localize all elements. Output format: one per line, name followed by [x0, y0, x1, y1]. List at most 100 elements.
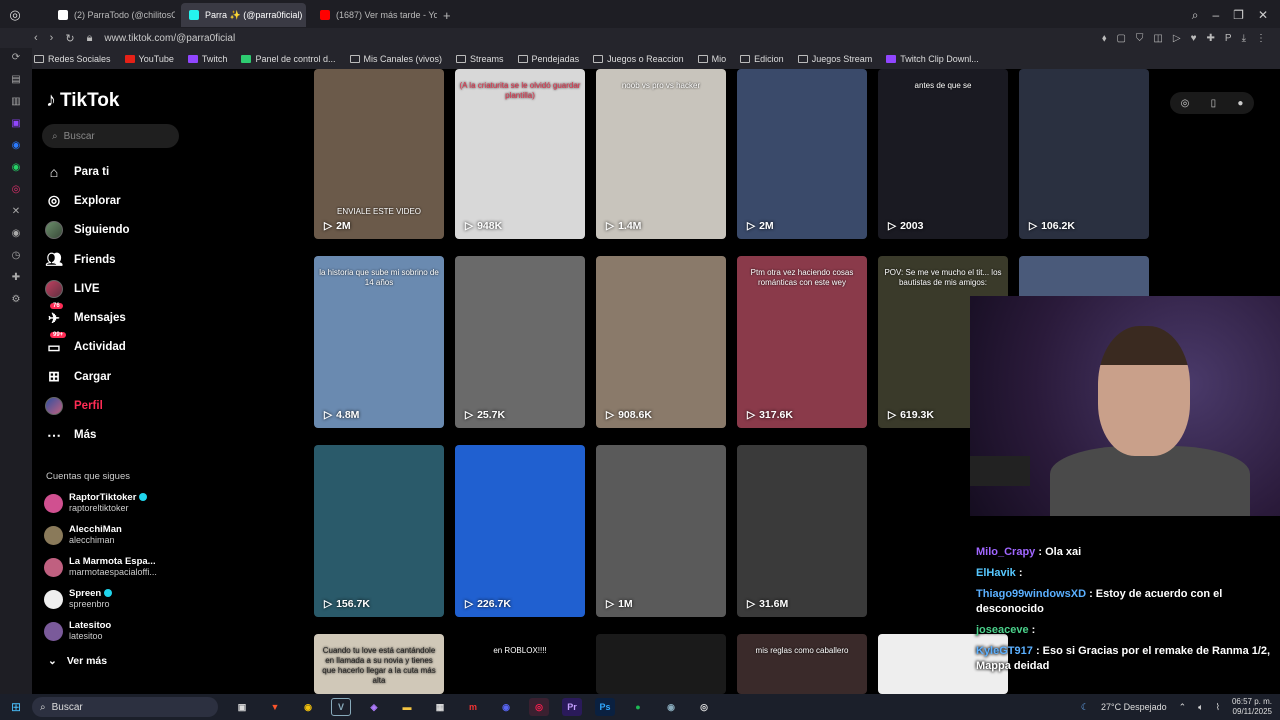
back-icon[interactable]: ‹: [34, 32, 38, 45]
windows-start-icon[interactable]: ⊞: [0, 700, 32, 714]
bookmark-item[interactable]: Streams: [456, 54, 504, 64]
premiere-icon[interactable]: Pr: [562, 698, 582, 716]
video-card[interactable]: ▷ 106.2K: [1019, 69, 1149, 239]
bookmark-item[interactable]: Mio: [697, 54, 726, 64]
puzzle-icon[interactable]: ✚: [1207, 33, 1215, 44]
menu-item-live[interactable]: LIVE: [44, 274, 130, 303]
video-card[interactable]: ▷ 25.7K: [455, 256, 585, 428]
see-more-button[interactable]: ⌄ Ver más: [48, 655, 107, 667]
twitch-rail-icon[interactable]: ▣: [11, 118, 20, 129]
menu-item-perfil[interactable]: Perfil: [44, 391, 130, 420]
camera-icon[interactable]: ◫: [1153, 33, 1162, 44]
task-view-icon[interactable]: ▣: [232, 698, 252, 716]
bookmark-item[interactable]: Redes Sociales: [34, 54, 111, 64]
video-card[interactable]: noob vs pro vs hacker ▷ 1.4M: [596, 69, 726, 239]
bookmark-item[interactable]: Panel de control d...: [241, 54, 336, 64]
tray-chevron-icon[interactable]: ⌃: [1179, 702, 1187, 713]
profile-icon[interactable]: P: [1225, 33, 1232, 44]
network-icon[interactable]: ⌇: [1216, 702, 1220, 713]
instagram-rail-icon[interactable]: ◎: [12, 184, 21, 195]
bookmark-item[interactable]: Pendejadas: [517, 54, 579, 64]
shield-icon[interactable]: ⛉: [1136, 33, 1144, 44]
browser-tab[interactable]: (1687) Ver más tarde - Yo: [312, 3, 437, 27]
video-card[interactable]: ENVIALE ESTE VIDEO ▷ 2M: [314, 69, 444, 239]
heart-icon[interactable]: ♥: [1191, 33, 1197, 44]
following-account[interactable]: Latesitoo latesitoo: [44, 615, 157, 647]
maximize-icon[interactable]: ❐: [1233, 8, 1244, 23]
steam-icon[interactable]: ◉: [661, 698, 681, 716]
video-card[interactable]: Ptm otra vez haciendo cosas románticas c…: [737, 256, 867, 428]
file-explorer-icon[interactable]: ▬: [397, 698, 417, 716]
minimize-icon[interactable]: –: [1212, 8, 1219, 23]
menu-item-para-ti[interactable]: ⌂ Para ti: [44, 157, 130, 186]
speed-dial-icon[interactable]: ⟳: [12, 52, 20, 63]
download-icon[interactable]: ⤓: [1242, 33, 1246, 44]
play-icon[interactable]: ▷: [1173, 33, 1181, 44]
opera-gx-icon[interactable]: ◎: [529, 698, 549, 716]
video-card[interactable]: en ROBLOX!!!!: [455, 634, 585, 694]
following-account[interactable]: La Marmota Espa... marmotaespacialoffi...: [44, 551, 157, 583]
phone-icon[interactable]: ▯: [1211, 98, 1217, 109]
video-card[interactable]: mis reglas como caballero: [737, 634, 867, 694]
settings-rail-icon[interactable]: ⚙: [12, 294, 21, 305]
video-card[interactable]: ▷ 2M: [737, 69, 867, 239]
menu-item-cargar[interactable]: ⊞ Cargar: [44, 362, 130, 391]
video-card[interactable]: (A la criaturita se le olvidó guardar pl…: [455, 69, 585, 239]
menu-item-más[interactable]: ⋯ Más: [44, 421, 130, 450]
opera-gx-logo-icon[interactable]: ◎: [0, 7, 30, 23]
video-card[interactable]: Cuando tu love está cantándole en llamad…: [314, 634, 444, 694]
video-card[interactable]: ▷ 908.6K: [596, 256, 726, 428]
pip-icon[interactable]: ◎: [1181, 98, 1190, 109]
forward-icon[interactable]: ›: [50, 32, 54, 45]
video-card[interactable]: ▷ 156.7K: [314, 445, 444, 617]
video-card[interactable]: ▷ 226.7K: [455, 445, 585, 617]
snapshot-icon[interactable]: ▢: [1116, 33, 1125, 44]
user-avatar-icon[interactable]: ●: [1237, 98, 1243, 109]
calculator-icon[interactable]: ▦: [430, 698, 450, 716]
following-account[interactable]: RaptorTiktoker raptoreltiktoker: [44, 487, 157, 519]
video-card[interactable]: [596, 634, 726, 694]
volume-icon[interactable]: 🔈︎: [1198, 702, 1203, 713]
close-icon[interactable]: ✕: [1258, 8, 1268, 23]
taskbar-search[interactable]: ⌕ Buscar: [32, 697, 218, 717]
bookmark-item[interactable]: Juegos Stream: [797, 54, 872, 64]
browser-tab[interactable]: (2) ParraTodo (@chilitosO: [50, 3, 175, 27]
search-tabs-icon[interactable]: ⌕: [1192, 8, 1199, 23]
url-field[interactable]: www.tiktok.com/@parra0ficial: [104, 33, 235, 44]
obs-icon[interactable]: ◎: [694, 698, 714, 716]
bookmark-item[interactable]: Twitch Clip Downl...: [886, 54, 979, 64]
pin-icon[interactable]: ⬧: [1102, 33, 1107, 44]
weather-label[interactable]: 27°C Despejado: [1101, 702, 1167, 712]
spotify-icon[interactable]: ●: [628, 698, 648, 716]
browser-tab[interactable]: Parra ✨ (@parra0ficial): [181, 3, 306, 27]
menu-item-mensajes[interactable]: ✈ 76 Mensajes: [44, 303, 130, 332]
bookmark-item[interactable]: Twitch: [187, 54, 227, 64]
following-account[interactable]: Spreen spreenbro: [44, 583, 157, 615]
vegas-icon[interactable]: V: [331, 698, 351, 716]
video-card[interactable]: antes de que se ▷ 2003: [878, 69, 1008, 239]
chrome-icon[interactable]: ◉: [298, 698, 318, 716]
menu-item-actividad[interactable]: ▭ 99+ Actividad: [44, 332, 130, 362]
menu-item-friends[interactable]: 👥︎ Friends: [44, 245, 130, 274]
brave-icon[interactable]: ▼: [265, 698, 285, 716]
mega-icon[interactable]: m: [463, 698, 483, 716]
bookmark-item[interactable]: YouTube: [124, 54, 174, 64]
video-card[interactable]: ▷ 31.6M: [737, 445, 867, 617]
video-card[interactable]: la historia que sube mi sobrino de 14 añ…: [314, 256, 444, 428]
bookmark-item[interactable]: Juegos o Reaccion: [593, 54, 684, 64]
tiktok-logo[interactable]: ♪ TikTok: [46, 89, 119, 112]
player-rail-icon[interactable]: ◉: [12, 228, 21, 239]
photoshop-icon[interactable]: Ps: [595, 698, 615, 716]
new-tab-icon[interactable]: +: [443, 8, 451, 23]
video-card[interactable]: ▷ 1M: [596, 445, 726, 617]
gx-control-icon[interactable]: ▤: [11, 74, 20, 85]
extensions-rail-icon[interactable]: ✚: [12, 272, 20, 283]
reload-icon[interactable]: ↻: [65, 32, 74, 45]
bookmark-item[interactable]: Mis Canales (vivos): [349, 54, 442, 64]
menu-item-explorar[interactable]: ◎ Explorar: [44, 186, 130, 215]
discord-icon[interactable]: ◉: [496, 698, 516, 716]
copilot-icon[interactable]: ◈: [364, 698, 384, 716]
whatsapp-rail-icon[interactable]: ◉: [12, 162, 21, 173]
x-rail-icon[interactable]: ✕: [12, 206, 20, 217]
menu-item-siguiendo[interactable]: Siguiendo: [44, 216, 130, 245]
